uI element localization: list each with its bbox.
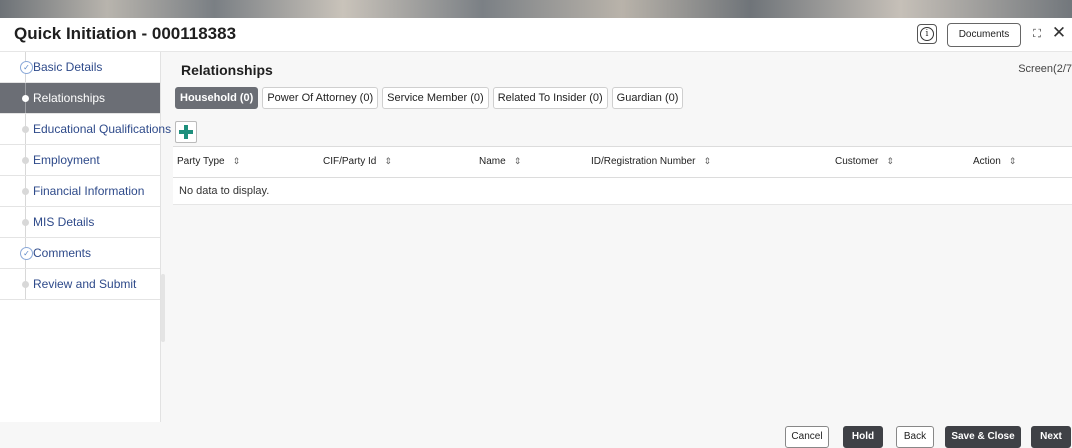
- column-label: Customer: [835, 156, 879, 167]
- hold-button[interactable]: Hold: [843, 426, 883, 448]
- column-header-cif-party-id[interactable]: CIF/Party Id ⇕: [323, 156, 392, 167]
- plus-icon-vertical: [184, 125, 188, 139]
- main-content: Relationships Screen(2/7 Household (0) P…: [167, 52, 1072, 422]
- column-header-party-type[interactable]: Party Type ⇕: [177, 156, 240, 167]
- sort-icon[interactable]: ⇕: [703, 157, 711, 167]
- save-and-close-button[interactable]: Save & Close: [945, 426, 1021, 448]
- relationships-table: Party Type ⇕ CIF/Party Id ⇕ Name ⇕ ID/Regis…: [173, 146, 1072, 205]
- info-button[interactable]: i: [917, 24, 937, 44]
- sidebar-item-basic-details[interactable]: ✓ Basic Details: [0, 52, 160, 83]
- footer-actions: Cancel Hold Back Save & Close Next: [0, 423, 1072, 448]
- tab-service-member[interactable]: Service Member (0): [382, 87, 489, 109]
- tab-household[interactable]: Household (0): [175, 87, 259, 109]
- sidebar-resize-handle[interactable]: [161, 274, 165, 342]
- top-banner: [0, 0, 1072, 18]
- check-circle-icon: ✓: [20, 61, 33, 74]
- page-title: Quick Initiation - 000118383: [14, 24, 237, 43]
- expand-icon[interactable]: ⛶: [1028, 25, 1046, 43]
- documents-button[interactable]: Documents: [947, 23, 1021, 47]
- sidebar-item-comments[interactable]: ✓ Comments: [0, 238, 160, 269]
- step-dot-icon: [22, 95, 29, 102]
- step-dot-icon: [22, 188, 29, 195]
- sidebar-item-label: MIS Details: [33, 215, 95, 229]
- sort-icon[interactable]: ⇕: [1009, 157, 1017, 167]
- column-label: Name: [479, 156, 506, 167]
- tab-related-to-insider[interactable]: Related To Insider (0): [492, 87, 608, 109]
- screen-indicator: Screen(2/7: [1018, 63, 1072, 75]
- sidebar-item-employment[interactable]: Employment: [0, 145, 160, 176]
- step-dot-icon: [22, 219, 29, 226]
- empty-table-message: No data to display.: [173, 178, 1072, 205]
- sidebar-item-label: Comments: [33, 246, 92, 260]
- add-button[interactable]: [175, 121, 197, 143]
- sidebar-item-label: Review and Submit: [33, 277, 137, 291]
- tab-power-of-attorney[interactable]: Power Of Attorney (0): [262, 87, 379, 109]
- sidebar-item-review-and-submit[interactable]: Review and Submit: [0, 269, 160, 300]
- back-button[interactable]: Back: [896, 426, 934, 448]
- column-header-action[interactable]: Action ⇕: [973, 156, 1016, 167]
- sort-icon[interactable]: ⇕: [233, 157, 241, 167]
- column-label: ID/Registration Number: [591, 156, 696, 167]
- sort-icon[interactable]: ⇕: [886, 157, 894, 167]
- sidebar-item-relationships[interactable]: Relationships: [0, 83, 160, 114]
- tab-guardian[interactable]: Guardian (0): [611, 87, 684, 109]
- window-header: Quick Initiation - 000118383 i Documents…: [0, 18, 1072, 52]
- close-icon[interactable]: ✕: [1050, 23, 1068, 43]
- check-circle-icon: ✓: [20, 247, 33, 260]
- sidebar-item-financial-information[interactable]: Financial Information: [0, 176, 160, 207]
- sidebar-item-label: Financial Information: [33, 184, 145, 198]
- sort-icon[interactable]: ⇕: [514, 157, 522, 167]
- sidebar-item-label: Relationships: [33, 91, 106, 105]
- sidebar-item-label: Basic Details: [33, 60, 103, 74]
- column-label: Party Type: [177, 156, 225, 167]
- sidebar-item-mis-details[interactable]: MIS Details: [0, 207, 160, 238]
- sidebar: ✓ Basic Details Relationships Educationa…: [0, 52, 171, 422]
- table-header: Party Type ⇕ CIF/Party Id ⇕ Name ⇕ ID/Regis…: [173, 146, 1072, 178]
- section-title: Relationships: [181, 62, 273, 78]
- sort-icon[interactable]: ⇕: [384, 157, 392, 167]
- column-label: CIF/Party Id: [323, 156, 377, 167]
- next-button[interactable]: Next: [1031, 426, 1071, 448]
- column-label: Action: [973, 156, 1001, 167]
- step-dot-icon: [22, 157, 29, 164]
- column-header-customer[interactable]: Customer ⇕: [835, 156, 894, 167]
- info-icon: i: [920, 27, 934, 41]
- sidebar-item-label: Educational Qualifications: [33, 122, 172, 136]
- sidebar-item-label: Employment: [33, 153, 100, 167]
- step-dot-icon: [22, 281, 29, 288]
- column-header-name[interactable]: Name ⇕: [479, 156, 521, 167]
- relationship-tabs: Household (0) Power Of Attorney (0) Serv…: [175, 87, 684, 109]
- cancel-button[interactable]: Cancel: [785, 426, 829, 448]
- sidebar-item-educational-qualifications[interactable]: Educational Qualifications: [0, 114, 171, 145]
- column-header-id-registration-number[interactable]: ID/Registration Number ⇕: [591, 156, 711, 167]
- step-dot-icon: [22, 126, 29, 133]
